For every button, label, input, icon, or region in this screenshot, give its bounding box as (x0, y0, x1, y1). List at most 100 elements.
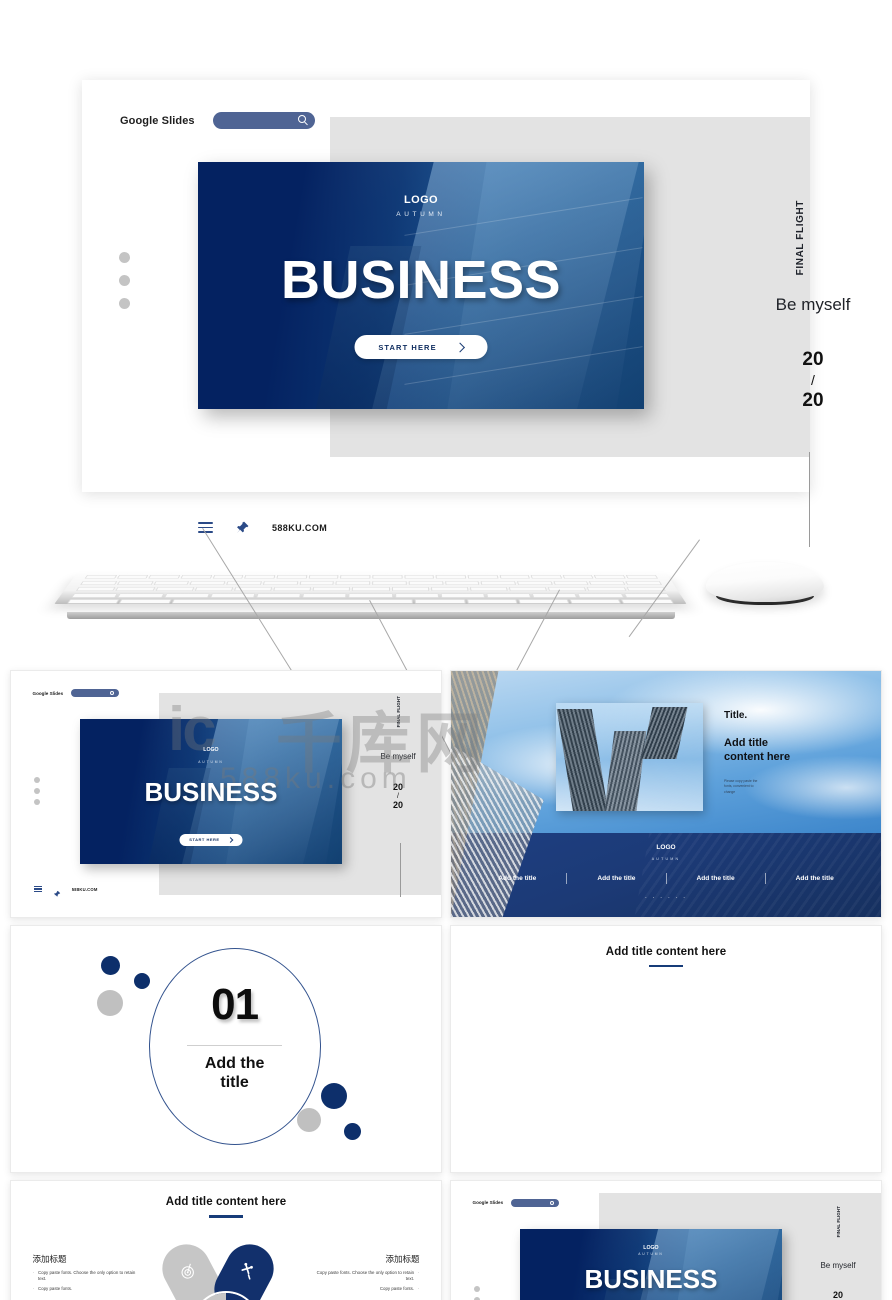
right-column-title: 添加标题 (385, 1253, 420, 1264)
menu-icon[interactable] (33, 886, 42, 893)
final-flight-label: FINAL FLIGHT (795, 200, 806, 276)
left-bullet: · Copy paste fonts. (32, 1285, 73, 1291)
sky-heading: Add title content here (724, 737, 791, 764)
search-icon (297, 115, 306, 123)
circle-divider (186, 1044, 283, 1046)
year-top: 20 (392, 781, 403, 792)
sky-item-row: Add the title Add the title Add the titl… (468, 872, 864, 884)
keyboard-body (54, 573, 687, 605)
mouse-image (706, 562, 824, 610)
start-here-button[interactable]: START HERE (354, 335, 488, 359)
hero-topbar: Google Slides (120, 112, 315, 129)
mini-hero: Google Slides LOGO AUTUMN BUSINESS FINAL… (451, 1181, 881, 1300)
year-bottom: 20 (802, 390, 824, 411)
dot-2[interactable] (119, 275, 130, 286)
step-number-circle: 1 2 (192, 1291, 260, 1300)
sky-item[interactable]: Add the title (468, 875, 566, 882)
mini-hero-card: LOGO AUTUMN BUSINESS (519, 1229, 783, 1300)
sky-item[interactable]: Add the title (766, 875, 864, 882)
sky-logo: LOGO (656, 844, 676, 852)
mini-logo: LOGO (203, 746, 219, 753)
hero-year-block: 20 / 20 (768, 350, 858, 410)
mini-title: BUSINESS (584, 1264, 718, 1295)
mini-start-here-button[interactable]: START HERE (179, 833, 243, 846)
sky-sublogo: AUTUMN (651, 856, 681, 861)
mini-google-slides-label: Google Slides (32, 690, 64, 696)
left-column: 添加标题 · Copy paste fonts. Choose the only … (33, 1253, 141, 1295)
site-url: 588KU.COM (272, 522, 328, 533)
slide-heading: Add title content here (605, 945, 727, 958)
hero-tagline: Be myself (775, 295, 851, 314)
poster-canvas: Google Slides LOGO AUTUMN BUSINESS START… (0, 0, 892, 1300)
step-label: Add the title (204, 1055, 265, 1092)
number-circle: 01 Add the title (148, 948, 321, 1145)
thumbnail-slide-6[interactable]: Google Slides LOGO AUTUMN BUSINESS FINAL… (450, 1180, 882, 1300)
year-bottom: 20 (392, 799, 403, 810)
mini-logo: LOGO (643, 1245, 659, 1252)
thumbnail-slide-4[interactable]: Add title content here (450, 925, 882, 1173)
decor-dot-navy-c (320, 1083, 347, 1110)
site-url: 588KU.COM (71, 886, 98, 892)
decor-dot-navy-d (344, 1122, 362, 1140)
hero-title: BUSINESS (280, 250, 562, 310)
chevron-right-icon (227, 836, 234, 843)
thumbnail-slide-3[interactable]: 01 Add the title (10, 925, 442, 1173)
target-icon (176, 1260, 201, 1287)
step-graphic: 1 2 (153, 1236, 290, 1300)
right-bullet: · Copy paste fonts. (379, 1285, 420, 1291)
sky-dots: · · · · · · (644, 894, 688, 901)
mini-hero: Google Slides LOGO AUTUMN BUSINESS START… (11, 671, 441, 917)
building-b (603, 731, 647, 812)
mini-dot-nav[interactable] (33, 776, 40, 805)
pin-icon[interactable] (235, 520, 250, 535)
hero-image-card: LOGO AUTUMN BUSINESS START HERE (198, 162, 644, 409)
step-number: 01 (211, 980, 259, 1030)
year-separator: / (397, 792, 399, 800)
decor-dot-navy-a (101, 955, 121, 975)
pill-step-two (205, 1236, 283, 1300)
dot-3[interactable] (119, 298, 130, 309)
start-here-label: START HERE (378, 342, 437, 352)
mini-dot-nav[interactable] (473, 1285, 480, 1300)
mini-year-block: 20 / 20 (355, 781, 441, 810)
heading-underline (209, 1215, 243, 1218)
sky-body-text: Please copy paste the fonts, convenient … (724, 779, 758, 794)
pin-icon[interactable] (53, 885, 61, 898)
sky-title: Title. (724, 710, 748, 722)
decor-dot-gray-b (296, 1108, 321, 1133)
decor-dot-gray-a (97, 989, 123, 1016)
mouse-body (706, 562, 824, 602)
hero-dot-nav[interactable] (119, 252, 130, 309)
slide-header: Add title content here (451, 946, 881, 968)
mini-title: BUSINESS (144, 777, 278, 808)
google-slides-label: Google Slides (120, 114, 195, 127)
mini-search-input[interactable] (71, 689, 120, 698)
dot-1[interactable] (119, 252, 130, 263)
mini-search-input[interactable] (511, 1198, 560, 1207)
mini-topbar: Google Slides (472, 1198, 560, 1207)
slide-header: Add title content here (11, 1196, 441, 1218)
mini-vertical-rule (399, 843, 401, 898)
step-two-number: 2 (226, 1293, 258, 1300)
mini-final-flight-label: FINAL FLIGHT (835, 1205, 841, 1238)
mini-tagline: Be myself (820, 1261, 856, 1271)
hero-footer: 588KU.COM (198, 520, 327, 535)
search-input[interactable] (212, 112, 315, 129)
mini-start-here-label: START HERE (189, 837, 220, 843)
hero-sublogo: AUTUMN (396, 211, 446, 218)
sky-item[interactable]: Add the title (667, 875, 765, 882)
search-icon (110, 691, 115, 696)
sky-item[interactable]: Add the title (567, 875, 665, 882)
thumbnail-slide-1[interactable]: Google Slides LOGO AUTUMN BUSINESS START… (10, 670, 442, 918)
thumbnail-slide-5[interactable]: Add title content here 添加标题 · Copy paste … (10, 1180, 442, 1300)
chevron-right-icon (455, 342, 466, 352)
thumbnail-slide-2[interactable]: Title. Add title content here Please cop… (450, 670, 882, 918)
hero-slide: Google Slides LOGO AUTUMN BUSINESS START… (82, 80, 850, 547)
mini-hero-card: LOGO AUTUMN BUSINESS START HERE (79, 718, 343, 865)
building-a (556, 709, 609, 812)
search-icon (550, 1200, 555, 1205)
mini-topbar: Google Slides (32, 689, 120, 698)
mini-google-slides-label: Google Slides (472, 1200, 504, 1206)
year-top: 20 (832, 1290, 843, 1300)
year-separator: / (811, 372, 815, 388)
